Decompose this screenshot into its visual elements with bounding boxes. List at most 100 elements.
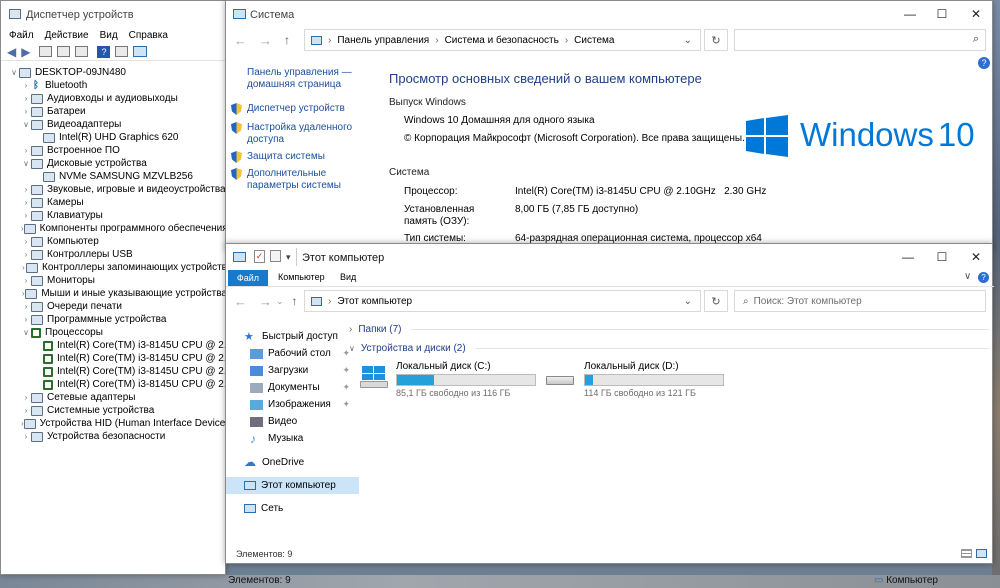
tree-device[interactable]: Intel(R) UHD Graphics 620 [9, 131, 227, 144]
pin-icon[interactable]: ✦ [342, 365, 350, 376]
nav-quick-item[interactable]: Изображения ✦ [250, 396, 350, 413]
tree-category[interactable]: ∨ Дисковые устройства [9, 157, 227, 170]
nav-this-pc[interactable]: Этот компьютер [226, 477, 359, 494]
expand-chevron-icon[interactable]: › [21, 211, 31, 220]
tree-device[interactable]: Intel(R) Core(TM) i3-8145U CPU @ 2.10GHz [9, 352, 227, 365]
tree-device[interactable]: Intel(R) Core(TM) i3-8145U CPU @ 2.10GHz [9, 378, 227, 391]
refresh-button[interactable]: ↻ [704, 290, 728, 312]
expand-chevron-icon[interactable]: › [21, 250, 31, 259]
menu-item-3[interactable]: Справка [129, 30, 168, 41]
maximize-button[interactable]: ☐ [926, 246, 958, 268]
expand-chevron-icon[interactable]: › [21, 146, 31, 155]
expand-chevron-icon[interactable]: › [21, 81, 31, 90]
expand-chevron-icon[interactable]: › [21, 315, 31, 324]
drive-d-tile[interactable]: Локальный диск (D:) 114 ГБ свободно из 1… [546, 358, 731, 398]
resource-view-icon[interactable] [75, 46, 89, 57]
back-arrow-icon[interactable]: ← [234, 294, 247, 309]
details-view-icon[interactable] [961, 549, 972, 558]
tree-category[interactable]: › Устройства безопасности [9, 430, 227, 443]
expand-chevron-icon[interactable]: › [21, 393, 31, 402]
help-icon[interactable]: ? [978, 272, 989, 283]
nav-quick-item[interactable]: Загрузки ✦ [250, 362, 350, 379]
help-icon[interactable]: ? [978, 57, 990, 69]
large-icons-view-icon[interactable] [976, 549, 987, 558]
up-arrow-icon[interactable]: ↑ [292, 294, 298, 308]
address-this-pc[interactable]: Этот компьютер [337, 296, 412, 307]
collapse-chevron-icon[interactable]: ∨ [9, 68, 19, 77]
pin-icon[interactable]: ✦ [342, 382, 350, 393]
tree-category[interactable]: › Системные устройства [9, 404, 227, 417]
tree-category[interactable]: › Мониторы [9, 274, 227, 287]
maximize-button[interactable]: ☐ [926, 3, 958, 25]
device-manager-titlebar[interactable]: Диспетчер устройств [1, 1, 227, 27]
forward-arrow-icon[interactable]: → [259, 294, 272, 309]
back-arrow-icon[interactable]: ◀ [7, 45, 16, 59]
nav-network[interactable]: Сеть [244, 500, 344, 517]
tree-category[interactable]: › Мыши и иные указывающие устройства [9, 287, 227, 300]
tree-category[interactable]: › Камеры [9, 196, 227, 209]
expand-chevron-icon[interactable]: › [21, 185, 31, 194]
sidebar-link-protection[interactable]: Защита системы [231, 151, 371, 168]
tree-category[interactable]: › Клавиатуры [9, 209, 227, 222]
tab-view[interactable]: Вид [340, 272, 356, 282]
system-titlebar[interactable]: Система — ☐ ✕ [226, 1, 994, 28]
tree-device[interactable]: NVMe SAMSUNG MZVLB256 [9, 170, 227, 183]
folders-group-header[interactable]: › Папки (7) [349, 322, 989, 336]
update-driver-icon[interactable] [115, 46, 129, 57]
tree-category[interactable]: › Контроллеры запоминающих устройств [9, 261, 227, 274]
tree-category[interactable]: › Встроенное ПО [9, 144, 227, 157]
expand-chevron-icon[interactable]: › [21, 276, 31, 285]
expand-chevron-icon[interactable]: › [21, 237, 31, 246]
tree-category[interactable]: › Сетевые адаптеры [9, 391, 227, 404]
expand-chevron-icon[interactable]: › [21, 198, 31, 207]
tree-category[interactable]: › Звуковые, игровые и видеоустройства [9, 183, 227, 196]
collapse-chevron-icon[interactable]: ∨ [21, 328, 31, 337]
expand-chevron-icon[interactable]: › [21, 107, 31, 116]
tree-category[interactable]: › Устройства HID (Human Interface Devices… [9, 417, 227, 430]
tree-category[interactable]: › Программные устройства [9, 313, 227, 326]
list-view-icon[interactable] [57, 46, 71, 57]
nav-onedrive[interactable]: ☁ OneDrive [244, 454, 344, 471]
properties-icon[interactable] [39, 46, 53, 57]
help-icon[interactable]: ? [97, 45, 111, 58]
tree-category[interactable]: ∨ Процессоры [9, 326, 227, 339]
properties-icon[interactable]: ✓ [254, 250, 265, 263]
nav-quick-item[interactable]: Документы ✦ [250, 379, 350, 396]
address-dropdown-icon[interactable]: ⌄ [684, 296, 692, 307]
tree-device[interactable]: Intel(R) Core(TM) i3-8145U CPU @ 2.10GHz [9, 339, 227, 352]
tree-device[interactable]: Intel(R) Core(TM) i3-8145U CPU @ 2.10GHz [9, 365, 227, 378]
drive-c-tile[interactable]: Локальный диск (C:) 85,1 ГБ свободно из … [358, 358, 543, 398]
refresh-button[interactable]: ↻ [704, 29, 728, 51]
tab-computer[interactable]: Компьютер [278, 272, 325, 282]
tree-category[interactable]: › Контроллеры USB [9, 248, 227, 261]
minimize-button[interactable]: — [894, 3, 926, 25]
recent-dropdown-icon[interactable]: ⌄ [276, 296, 284, 307]
tree-category[interactable]: › Батареи [9, 105, 227, 118]
explorer-address-bar[interactable]: › Этот компьютер ⌄ [304, 290, 701, 312]
breadcrumb-control-panel[interactable]: Панель управления [337, 35, 429, 46]
collapse-chevron-icon[interactable]: ∨ [21, 159, 31, 168]
expand-chevron-icon[interactable]: › [21, 406, 31, 415]
tree-category[interactable]: ∨ Видеоадаптеры [9, 118, 227, 131]
expand-chevron-icon[interactable]: › [21, 94, 31, 103]
expand-chevron-icon[interactable]: › [21, 302, 31, 311]
menu-item-1[interactable]: Действие [45, 30, 89, 41]
tab-file[interactable]: Файл [228, 270, 268, 286]
scan-hardware-icon[interactable] [133, 46, 148, 57]
tree-category[interactable]: › Аудиовходы и аудиовыходы [9, 92, 227, 105]
explorer-search-box[interactable]: ⌕ Поиск: Этот компьютер [734, 290, 986, 312]
tree-root[interactable]: ∨ DESKTOP-09JN480 [9, 66, 227, 79]
nav-quick-item[interactable]: ♪ Музыка [250, 430, 350, 447]
tree-category[interactable]: › Компоненты программного обеспечения [9, 222, 227, 235]
system-address-bar[interactable]: › Панель управления › Система и безопасн… [304, 29, 701, 51]
up-arrow-icon[interactable]: ↑ [284, 33, 290, 47]
nav-quick-item[interactable]: Рабочий стол ✦ [250, 345, 350, 362]
address-dropdown-icon[interactable]: ⌄ [684, 35, 692, 46]
new-folder-icon[interactable] [270, 250, 281, 262]
forward-arrow-icon[interactable]: → [259, 33, 272, 48]
back-arrow-icon[interactable]: ← [234, 33, 247, 48]
close-button[interactable]: ✕ [960, 3, 992, 25]
control-panel-home-link[interactable]: Панель управления — домашняя страница [247, 67, 367, 91]
sidebar-link-device-manager[interactable]: Диспетчер устройств [231, 103, 371, 122]
system-search-box[interactable]: ⌕ [734, 29, 986, 51]
